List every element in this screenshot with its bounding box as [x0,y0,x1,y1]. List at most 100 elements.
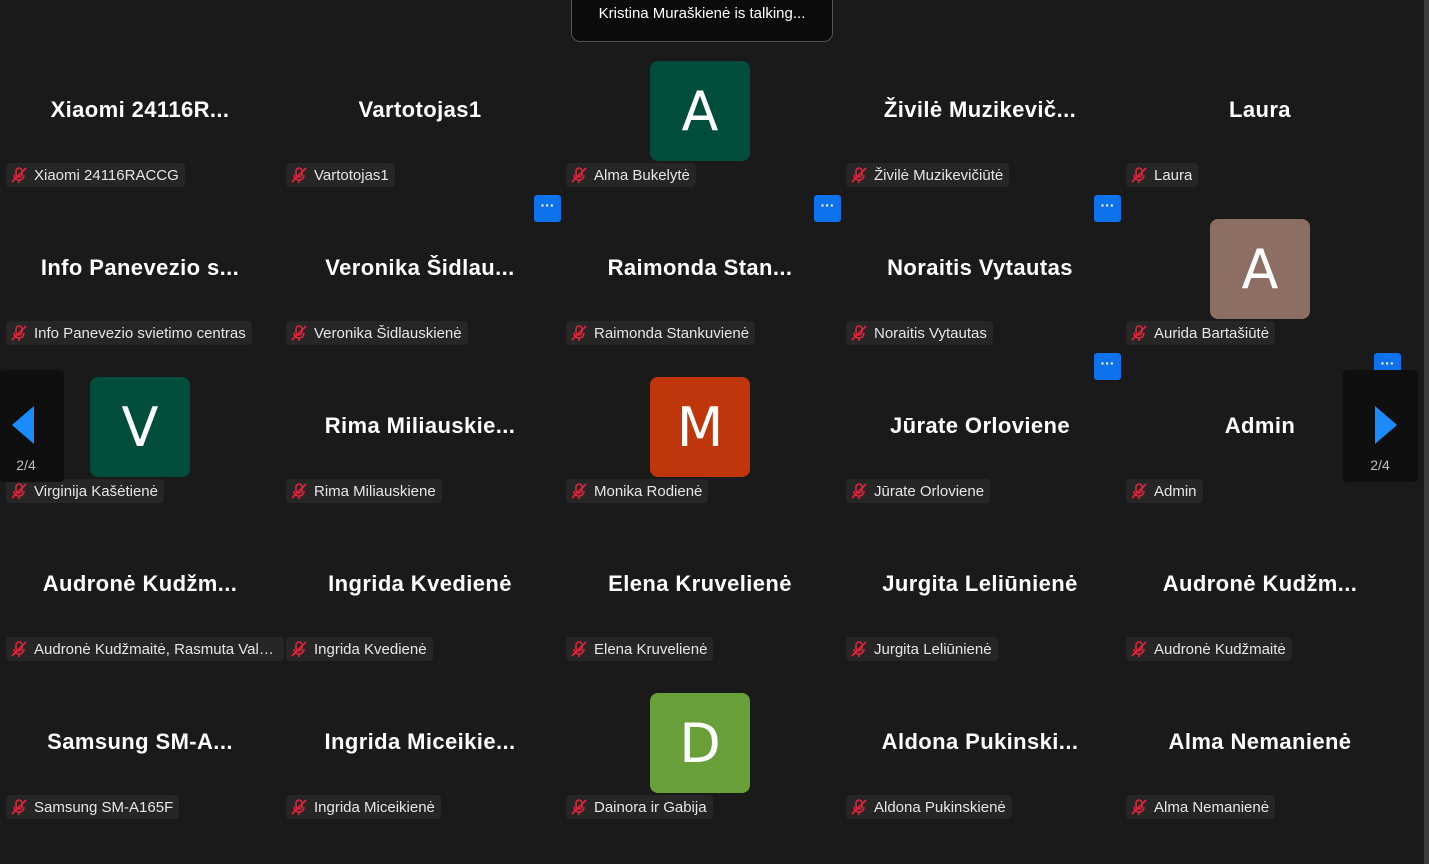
participant-tile[interactable]: Noraitis Vytautas Noraitis Vytautas [840,218,1120,376]
participant-tile[interactable]: Jūrate Orloviene Jūrate Orloviene [840,376,1120,534]
gallery-view: Xiaomi 24116R... Xiaomi 24116RACCG Varto… [0,0,1424,864]
more-options-button[interactable]: ··· [534,195,561,222]
mic-muted-icon [571,167,587,183]
name-label: Alma Bukelytė [566,163,696,187]
participant-display-name: Ingrida Kvedienė [328,571,512,596]
participant-tile[interactable]: Alma Nemanienė Alma Nemanienė [1120,692,1400,850]
name-label: Dainora ir Gabija [566,795,713,819]
avatar: M [650,377,750,477]
participant-display-name: Laura [1229,97,1291,122]
participant-tile[interactable]: D Dainora ir Gabija [560,692,840,850]
participant-display-name: Noraitis Vytautas [887,255,1073,280]
mic-muted-icon [571,641,587,657]
participant-name: Dainora ir Gabija [594,798,707,816]
participant-tile[interactable]: Audronė Kudžm... Audronė Kudžmaitė [1120,534,1400,692]
previous-page-button[interactable]: 2/4 [0,370,64,482]
name-label: Virginija Kašėtienė [6,479,164,503]
participant-display-name: Vartotojas1 [358,97,482,122]
participant-display-name: Rima Miliauskie... [324,413,516,438]
name-label: Laura [1126,163,1199,187]
participant-tile[interactable]: Samsung SM-A... Samsung SM-A165F [0,692,280,850]
mic-muted-icon [291,641,307,657]
participant-name: Laura [1154,166,1193,184]
mic-muted-icon [851,167,867,183]
mic-muted-icon [1131,641,1147,657]
name-label: Elena Kruvelienė [566,637,714,661]
participant-tile[interactable]: A Aurida Bartašiūtė [1120,218,1400,376]
participant-display-name: Info Panevezio s... [40,255,240,280]
participant-display-name: Audronė Kudžm... [1162,571,1358,596]
mic-muted-icon [291,483,307,499]
name-label: Monika Rodienė [566,479,709,503]
participant-tile[interactable]: Ingrida Miceikie... Ingrida Miceikienė [280,692,560,850]
name-label: Raimonda Stankuvienė [566,321,756,345]
participant-tile[interactable]: Raimonda Stan... Raimonda Stankuvienė [560,218,840,376]
name-label: Vartotojas1 [286,163,395,187]
participant-name: Živilė Muzikevičiūtė [874,166,1004,184]
mic-muted-icon [11,799,27,815]
participant-tile[interactable]: Aldona Pukinski... Aldona Pukinskienė [840,692,1120,850]
participant-name: Aldona Pukinskienė [874,798,1006,816]
participant-display-name: Raimonda Stan... [607,255,793,280]
mic-muted-icon [11,483,27,499]
participant-tile[interactable]: Info Panevezio s... Info Panevezio sviet… [0,218,280,376]
participant-tile[interactable]: Jurgita Leliūnienė Jurgita Leliūnienė [840,534,1120,692]
participant-tile[interactable]: Veronika Šidlau... Veronika Šidlauskienė [280,218,560,376]
participant-tile[interactable]: Elena Kruvelienė Elena Kruvelienė [560,534,840,692]
name-label: Alma Nemanienė [1126,795,1276,819]
participant-name: Xiaomi 24116RACCG [34,166,179,184]
participant-tile[interactable]: Laura Laura [1120,60,1400,218]
mic-muted-icon [851,641,867,657]
participant-name: Vartotojas1 [314,166,389,184]
participant-display-name: Samsung SM-A... [47,729,233,754]
participant-name: Jurgita Leliūnienė [874,640,992,658]
participant-display-name: Jūrate Orloviene [889,413,1071,438]
name-label: Rima Miliauskiene [286,479,442,503]
page-indicator: 2/4 [1370,457,1390,473]
participant-name: Noraitis Vytautas [874,324,987,342]
participant-name: Ingrida Kvedienė [314,640,427,658]
mic-muted-icon [1131,483,1147,499]
name-label: Veronika Šidlauskienė [286,321,468,345]
mic-muted-icon [291,799,307,815]
participant-tile[interactable]: Audronė Kudžm... Audronė Kudžmaitė, Rasm… [0,534,284,692]
participant-display-name: Audronė Kudžm... [42,571,238,596]
more-options-button[interactable]: ··· [1094,353,1121,380]
next-page-button[interactable]: 2/4 [1343,370,1418,482]
participant-display-name: Ingrida Miceikie... [324,729,516,754]
participant-tile[interactable]: A Alma Bukelytė [560,60,840,218]
participant-name: Alma Nemanienė [1154,798,1270,816]
name-label: Admin [1126,479,1203,503]
participant-tile[interactable]: Ingrida Kvedienė Ingrida Kvedienė [280,534,560,692]
arrow-right-icon [1375,406,1397,444]
avatar: D [650,693,750,793]
participant-name: Aurida Bartašiūtė [1154,324,1270,342]
participant-name: Jūrate Orloviene [874,482,985,500]
mic-muted-icon [11,167,27,183]
mic-muted-icon [851,483,867,499]
participant-tile[interactable]: Vartotojas1 Vartotojas1 [280,60,560,218]
participant-tile[interactable]: Rima Miliauskie... Rima Miliauskiene [280,376,560,534]
mic-muted-icon [11,325,27,341]
participant-display-name: Alma Nemanienė [1168,729,1352,754]
participant-tile[interactable]: Xiaomi 24116R... Xiaomi 24116RACCG [0,60,280,218]
avatar: A [650,61,750,161]
mic-muted-icon [11,641,27,657]
name-label: Aldona Pukinskienė [846,795,1012,819]
participant-name: Admin [1154,482,1197,500]
participant-tile[interactable]: Živilė Muzikevič... Živilė Muzikevičiūtė [840,60,1120,218]
mic-muted-icon [571,799,587,815]
mic-muted-icon [1131,799,1147,815]
participant-display-name: Elena Kruvelienė [608,571,792,596]
name-label: Noraitis Vytautas [846,321,993,345]
participant-name: Audronė Kudžmaitė [1154,640,1286,658]
participant-tile[interactable]: M Monika Rodienė [560,376,840,534]
name-label: Xiaomi 24116RACCG [6,163,185,187]
more-options-button[interactable]: ··· [814,195,841,222]
mic-muted-icon [851,325,867,341]
participant-name: Rima Miliauskiene [314,482,436,500]
more-options-button[interactable]: ··· [1094,195,1121,222]
participant-display-name: Xiaomi 24116R... [50,97,230,122]
participant-name: Raimonda Stankuvienė [594,324,750,342]
mic-muted-icon [851,799,867,815]
